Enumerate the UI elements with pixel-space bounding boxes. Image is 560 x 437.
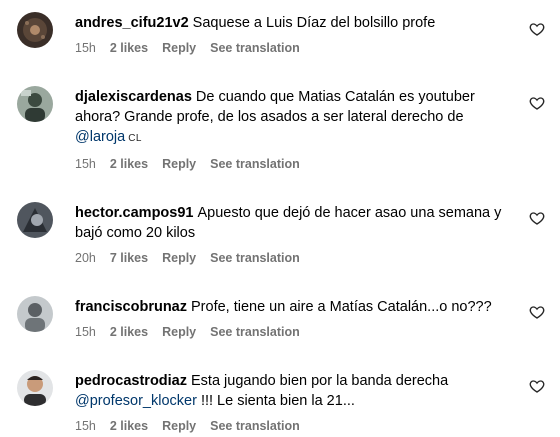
heart-outline-icon[interactable] — [529, 210, 545, 226]
heart-outline-icon[interactable] — [529, 21, 545, 37]
comment-body-continued: !!! Le sienta bien la 21... — [200, 393, 355, 409]
see-translation-link[interactable]: See translation — [210, 41, 300, 55]
reply-button[interactable]: Reply — [162, 251, 196, 265]
comment-text: hector.campos91 Apuesto que dejó de hacer… — [75, 203, 515, 243]
comment-time: 15h — [75, 325, 96, 339]
reply-button[interactable]: Reply — [162, 325, 196, 339]
comment-text: andres_cifu21v2 Saquese a Luis Díaz del b… — [75, 13, 515, 33]
comment-time: 15h — [75, 157, 96, 171]
comment-meta: 15h 2 likes Reply See translation — [75, 419, 515, 433]
likes-count[interactable]: 7 likes — [110, 251, 148, 265]
heart-outline-icon[interactable] — [529, 378, 545, 394]
heart-outline-icon[interactable] — [529, 95, 545, 111]
reply-button[interactable]: Reply — [162, 157, 196, 171]
comment-meta: 15h 2 likes Reply See translation — [75, 41, 515, 55]
comment-username[interactable]: djalexiscardenas — [75, 89, 192, 105]
avatar[interactable] — [17, 86, 53, 122]
see-translation-link[interactable]: See translation — [210, 325, 300, 339]
comment-username[interactable]: pedrocastrodiaz — [75, 373, 187, 389]
comment-username[interactable]: andres_cifu21v2 — [75, 15, 189, 31]
comment-body: Saquese a Luis Díaz del bolsillo profe — [192, 15, 436, 31]
comment-username[interactable]: hector.campos91 — [75, 205, 193, 221]
avatar[interactable] — [17, 12, 53, 48]
likes-count[interactable]: 2 likes — [110, 419, 148, 433]
flag-label: CL — [128, 133, 142, 144]
comment-time: 15h — [75, 41, 96, 55]
comment-text: pedrocastrodiaz Esta jugando bien por la … — [75, 371, 515, 411]
heart-outline-icon[interactable] — [529, 304, 545, 320]
see-translation-link[interactable]: See translation — [210, 157, 300, 171]
comment-meta: 15h 2 likes Reply See translation — [75, 325, 515, 339]
see-translation-link[interactable]: See translation — [210, 419, 300, 433]
reply-button[interactable]: Reply — [162, 41, 196, 55]
comment-text: djalexiscardenas De cuando que Matias Cat… — [75, 87, 515, 149]
see-translation-link[interactable]: See translation — [210, 251, 300, 265]
comment-text: franciscobrunaz Profe, tiene un aire a Ma… — [75, 297, 515, 317]
avatar[interactable] — [17, 370, 53, 406]
comment-body: Profe, tiene un aire a Matías Catalán...… — [191, 299, 492, 315]
reply-button[interactable]: Reply — [162, 419, 196, 433]
mention-link[interactable]: @laroja — [75, 129, 125, 145]
likes-count[interactable]: 2 likes — [110, 41, 148, 55]
comment-time: 15h — [75, 419, 96, 433]
mention-link[interactable]: @profesor_klocker — [75, 393, 197, 409]
comment-time: 20h — [75, 251, 96, 265]
comment-username[interactable]: franciscobrunaz — [75, 299, 187, 315]
likes-count[interactable]: 2 likes — [110, 325, 148, 339]
comment-meta: 15h 2 likes Reply See translation — [75, 157, 515, 171]
likes-count[interactable]: 2 likes — [110, 157, 148, 171]
avatar[interactable] — [17, 296, 53, 332]
comment-meta: 20h 7 likes Reply See translation — [75, 251, 515, 265]
comment-body: Esta jugando bien por la banda derecha — [191, 373, 449, 389]
avatar[interactable] — [17, 202, 53, 238]
